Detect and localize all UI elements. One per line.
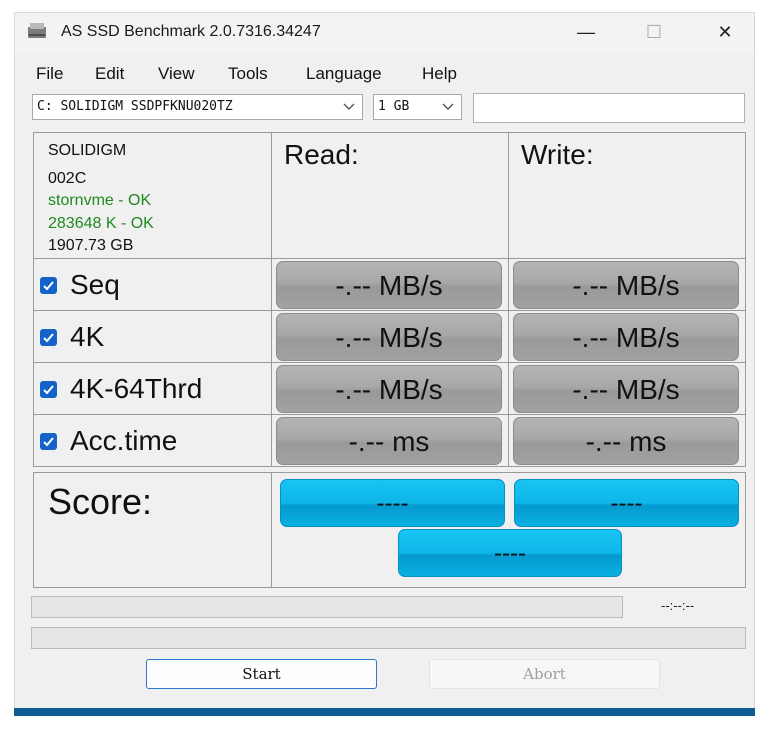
seq-label: Seq <box>70 269 120 300</box>
acc-time-read-result: -.-- ms <box>276 417 502 465</box>
taskbar-accent <box>14 708 755 716</box>
menu-file[interactable]: File <box>36 64 63 84</box>
menu-bar: File Edit View Tools Language Help <box>15 57 754 89</box>
menu-view[interactable]: View <box>158 64 195 84</box>
start-button[interactable]: Start <box>146 659 377 689</box>
score-total: ---- <box>398 529 622 577</box>
chevron-down-icon <box>343 103 355 110</box>
score-values-cell: ---- ---- ---- <box>271 472 746 588</box>
drive-info-cell: SOLIDIGM 002C stornvme - OK 283648 K - O… <box>33 132 272 259</box>
4k-read-result: -.-- MB/s <box>276 313 502 361</box>
checkmark-icon <box>43 333 54 343</box>
acc-time-write-cell: -.-- ms <box>508 414 746 467</box>
4k-read-cell: -.-- MB/s <box>271 310 509 363</box>
title-bar[interactable]: AS SSD Benchmark 2.0.7316.34247 — ☐ ✕ <box>15 13 754 53</box>
score-write: ---- <box>514 479 739 527</box>
test-row-4k: 4K <box>33 310 272 363</box>
drive-firmware: 002C <box>48 170 87 187</box>
menu-tools[interactable]: Tools <box>228 64 268 84</box>
4k-write-cell: -.-- MB/s <box>508 310 746 363</box>
seq-read-result: -.-- MB/s <box>276 261 502 309</box>
minimize-button[interactable]: — <box>563 13 609 51</box>
test-row-seq: Seq <box>33 258 272 311</box>
acc-time-label: Acc.time <box>70 425 178 456</box>
drive-app-icon <box>28 23 46 38</box>
score-read: ---- <box>280 479 505 527</box>
close-button[interactable]: ✕ <box>702 13 748 51</box>
test-progress-bar <box>31 596 623 618</box>
score-label-cell: Score: <box>33 472 272 588</box>
4k-64thrd-write-result: -.-- MB/s <box>513 365 739 413</box>
window-title: AS SSD Benchmark 2.0.7316.34247 <box>61 23 321 40</box>
seq-checkbox[interactable] <box>40 277 57 294</box>
driver-status: stornvme - OK <box>48 192 152 209</box>
acc-time-checkbox[interactable] <box>40 433 57 450</box>
drive-select[interactable]: C: SOLIDIGM SSDPFKNU020TZ <box>32 94 363 120</box>
menu-help[interactable]: Help <box>422 64 457 84</box>
4k-64thrd-checkbox[interactable] <box>40 381 57 398</box>
write-header-cell: Write: <box>508 132 746 259</box>
size-select-value: 1 GB <box>378 99 410 114</box>
maximize-icon: ☐ <box>645 21 663 42</box>
seq-write-cell: -.-- MB/s <box>508 258 746 311</box>
abort-button[interactable]: Abort <box>429 659 660 689</box>
size-select[interactable]: 1 GB <box>373 94 462 120</box>
drive-select-value: C: SOLIDIGM SSDPFKNU020TZ <box>37 99 233 114</box>
4k-64thrd-read-cell: -.-- MB/s <box>271 362 509 415</box>
close-icon: ✕ <box>717 21 733 42</box>
4k-64thrd-read-result: -.-- MB/s <box>276 365 502 413</box>
4k-64thrd-label: 4K-64Thrd <box>70 373 203 404</box>
chevron-down-icon <box>442 103 454 110</box>
acc-time-write-result: -.-- ms <box>513 417 739 465</box>
status-textbox[interactable] <box>473 93 745 123</box>
alignment-status: 283648 K - OK <box>48 215 154 232</box>
minimize-icon: — <box>577 21 595 42</box>
4k-64thrd-write-cell: -.-- MB/s <box>508 362 746 415</box>
seq-read-cell: -.-- MB/s <box>271 258 509 311</box>
checkmark-icon <box>43 437 54 447</box>
maximize-button[interactable]: ☐ <box>631 13 677 51</box>
write-header: Write: <box>521 139 594 170</box>
menu-language[interactable]: Language <box>306 64 382 84</box>
4k-write-result: -.-- MB/s <box>513 313 739 361</box>
acc-time-read-cell: -.-- ms <box>271 414 509 467</box>
checkmark-icon <box>43 385 54 395</box>
read-header-cell: Read: <box>271 132 509 259</box>
app-window: AS SSD Benchmark 2.0.7316.34247 — ☐ ✕ Fi… <box>14 12 755 715</box>
results-panel: SOLIDIGM 002C stornvme - OK 283648 K - O… <box>33 132 746 588</box>
test-row-acc-time: Acc.time <box>33 414 272 467</box>
drive-capacity: 1907.73 GB <box>48 237 134 254</box>
score-label: Score: <box>48 481 153 522</box>
menu-edit[interactable]: Edit <box>95 64 124 84</box>
4k-checkbox[interactable] <box>40 329 57 346</box>
drive-model: SOLIDIGM <box>48 142 127 159</box>
seq-write-result: -.-- MB/s <box>513 261 739 309</box>
elapsed-time: --:--:-- <box>661 598 695 613</box>
read-header: Read: <box>284 139 359 170</box>
test-row-4k-64thrd: 4K-64Thrd <box>33 362 272 415</box>
4k-label: 4K <box>70 321 105 352</box>
checkmark-icon <box>43 281 54 291</box>
total-progress-bar <box>31 627 746 649</box>
